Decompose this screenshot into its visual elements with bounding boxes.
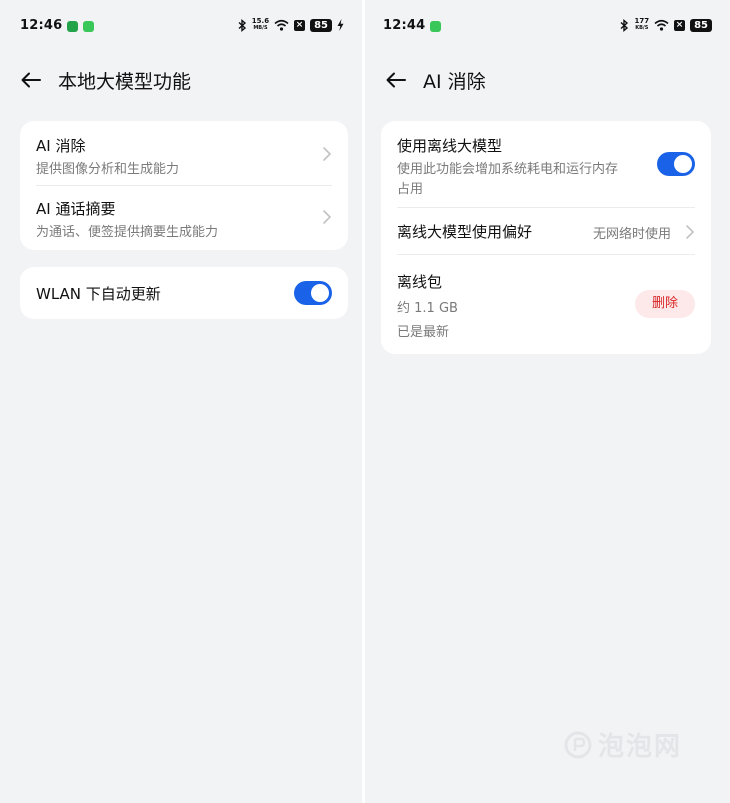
toggle-knob — [674, 155, 692, 173]
network-speed: 177 KB/S — [634, 18, 649, 32]
network-speed-unit: MB/S — [253, 25, 268, 31]
chevron-right-icon — [323, 210, 332, 224]
back-arrow-icon — [21, 72, 41, 88]
delete-package-button[interactable]: 删除 — [635, 290, 695, 318]
screen-ai-erase: 12:44 177 KB/S × 85 AI 消除 使用离线大模型 使用此功能会… — [365, 0, 730, 803]
app-notification-icon — [430, 20, 442, 32]
list-item-ai-call-summary[interactable]: AI 通话摘要 为通话、便签提供摘要生成能力 — [20, 186, 348, 250]
battery-indicator: 85 — [310, 18, 332, 32]
status-time: 12:46 — [20, 17, 63, 33]
wlan-update-label: WLAN 下自动更新 — [36, 285, 161, 303]
page-header: 本地大模型功能 — [18, 62, 191, 98]
offline-package-title: 离线包 — [397, 273, 443, 291]
sim-off-icon: × — [294, 19, 306, 31]
list-item-subtitle: 为通话、便签提供摘要生成能力 — [36, 225, 219, 240]
chevron-right-icon — [686, 225, 695, 239]
network-speed-value: 15.6 — [251, 17, 270, 25]
wlan-update-toggle[interactable] — [294, 281, 332, 305]
list-item-title: AI 通话摘要 — [36, 200, 116, 218]
status-bar: 12:46 15.6 MB/S × 85 — [20, 16, 344, 34]
offline-package-size: 约 1.1 GB — [397, 301, 458, 316]
wlan-update-card: WLAN 下自动更新 — [20, 267, 348, 319]
wifi-icon — [274, 19, 289, 31]
page-title: AI 消除 — [423, 70, 486, 93]
ai-erase-settings-card: 使用离线大模型 使用此功能会增加系统耗电和运行内存 占用 离线大模型使用偏好 无… — [381, 121, 711, 354]
bluetooth-icon — [238, 18, 246, 32]
network-speed: 15.6 MB/S — [252, 18, 269, 32]
list-item-subtitle: 提供图像分析和生成能力 — [36, 162, 180, 177]
offline-preference-row[interactable]: 离线大模型使用偏好 无网络时使用 — [381, 208, 711, 254]
status-time: 12:44 — [383, 17, 426, 33]
offline-model-row: 使用离线大模型 使用此功能会增加系统耗电和运行内存 占用 — [381, 121, 711, 207]
back-button[interactable] — [18, 67, 44, 93]
status-bar: 12:44 177 KB/S × 85 — [383, 16, 712, 34]
offline-model-toggle[interactable] — [657, 152, 695, 176]
offline-model-title: 使用离线大模型 — [397, 137, 503, 155]
offline-package-row: 离线包 约 1.1 GB 已是最新 删除 — [381, 255, 711, 354]
watermark-text: 泡泡网 — [598, 732, 683, 762]
toggle-knob — [311, 284, 329, 302]
network-speed-value: 177 — [634, 17, 650, 25]
offline-package-status: 已是最新 — [397, 325, 450, 340]
network-speed-unit: KB/S — [635, 25, 649, 31]
list-item-title: AI 消除 — [36, 137, 86, 155]
offline-model-desc-line2: 占用 — [397, 182, 424, 197]
page-title: 本地大模型功能 — [58, 70, 192, 93]
offline-preference-value: 无网络时使用 — [592, 227, 671, 242]
charging-icon — [337, 19, 344, 31]
battery-indicator: 85 — [690, 18, 712, 32]
chevron-right-icon — [323, 147, 332, 161]
back-arrow-icon — [386, 72, 406, 88]
watermark-logo-icon — [564, 731, 592, 758]
back-button[interactable] — [383, 67, 409, 93]
offline-preference-title: 离线大模型使用偏好 — [397, 223, 533, 241]
app-notification-icon — [67, 20, 79, 32]
sim-off-icon: × — [674, 19, 686, 31]
page-header: AI 消除 — [383, 62, 486, 98]
features-card: AI 消除 提供图像分析和生成能力 AI 通话摘要 为通话、便签提供摘要生成能力 — [20, 121, 348, 250]
bluetooth-icon — [620, 18, 629, 32]
list-item-ai-erase[interactable]: AI 消除 提供图像分析和生成能力 — [20, 121, 348, 185]
watermark: 泡泡网 — [564, 726, 682, 763]
screen-local-models: 12:46 15.6 MB/S × 85 本地大模型功能 AI 消除 提供图像分… — [0, 0, 362, 803]
offline-model-desc-line1: 使用此功能会增加系统耗电和运行内存 — [397, 162, 619, 177]
app-notification-icon — [83, 20, 95, 32]
wifi-icon — [654, 19, 669, 31]
